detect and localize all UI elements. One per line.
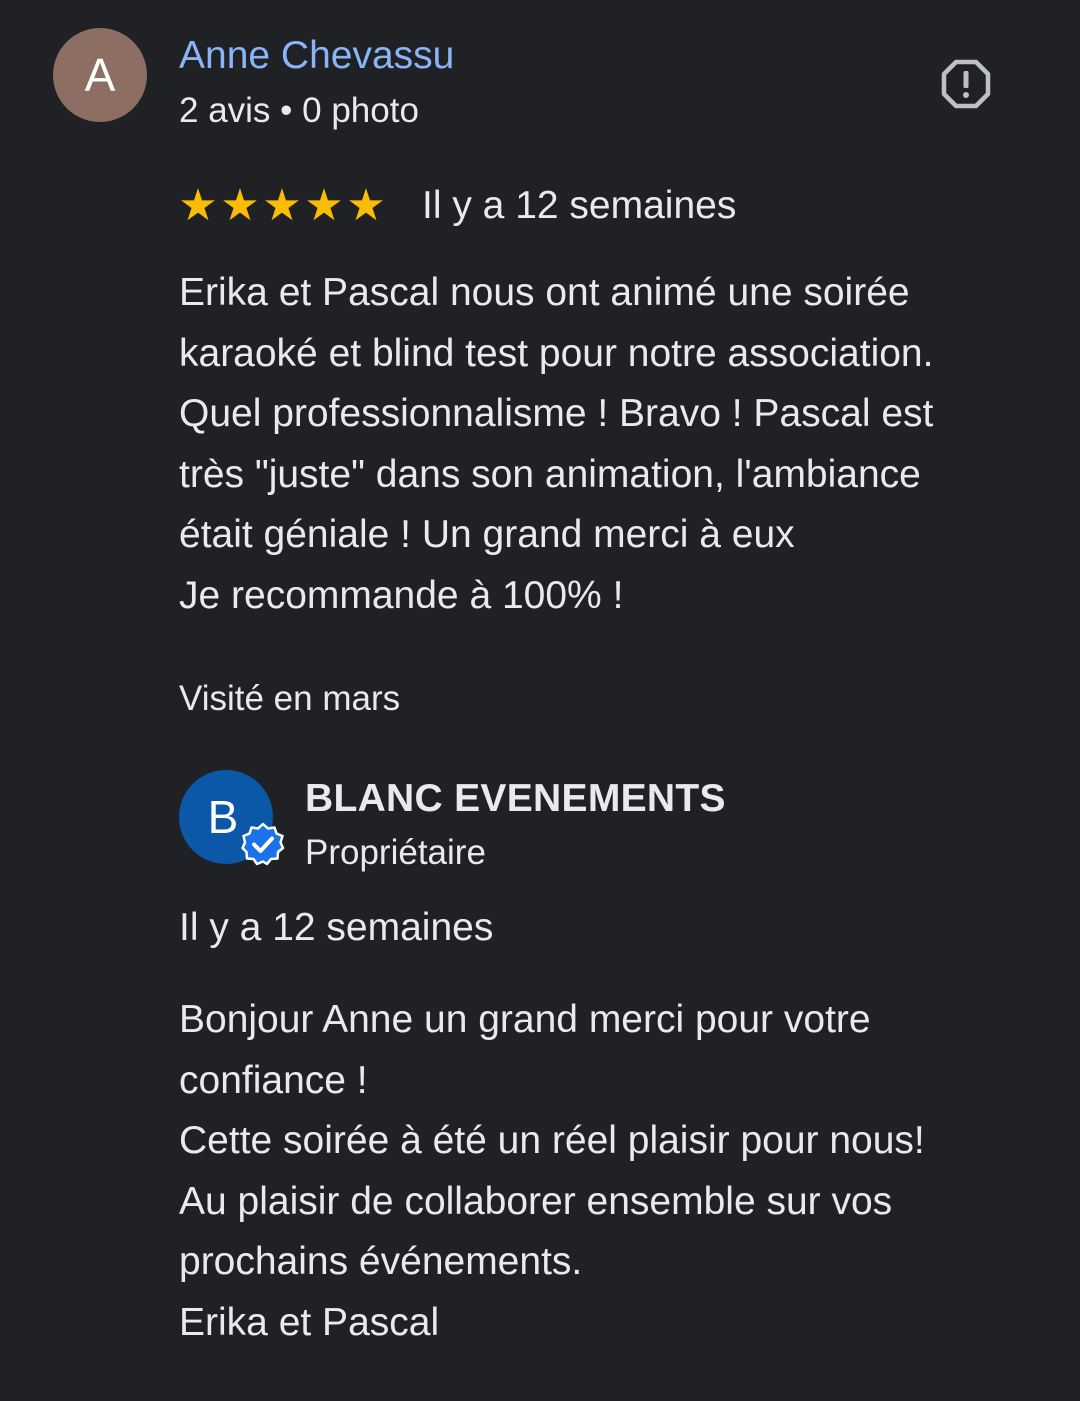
reply-date: Il y a 12 semaines [179,906,494,949]
reply-text-line: Erika et Pascal [179,1300,440,1344]
reply-text-line: prochains événements. [179,1240,583,1283]
review-text-line: était géniale ! Un grand merci à eux [179,513,795,556]
owner-role: Propriétaire [305,833,486,872]
report-flag-icon [941,59,991,109]
reply-text-line: Bonjour Anne un grand merci pour votre [179,998,871,1041]
review-date: Il y a 12 semaines [422,184,737,227]
reviewer-avatar[interactable]: A [53,28,147,122]
reviewer-name[interactable]: Anne Chevassu [179,30,454,82]
reply-text-line: confiance ! [179,1058,368,1102]
star-icon: ★ [346,181,386,230]
star-icon: ★ [304,181,344,230]
review-text-line: Je recommande à 100% ! [179,573,624,617]
review-text-line: Quel professionnalisme ! Bravo ! Pascal … [179,392,934,435]
review-text-line: karaoké et blind test pour notre associa… [179,331,934,375]
report-review-button[interactable] [940,58,992,110]
review-text: Erika et Pascal nous ont animé une soiré… [179,263,933,626]
star-icon: ★ [262,181,302,230]
reply-text-line: Au plaisir de collaborer ensemble sur vo… [179,1179,893,1223]
reply-text: Bonjour Anne un grand merci pour votre c… [179,990,925,1353]
star-icon: ★ [220,181,260,230]
star-rating: ★ ★ ★ ★ ★ [177,182,387,230]
reply-text-line: Cette soirée à été un réel plaisir pour … [179,1119,925,1162]
reviewer-avatar-initial: A [84,49,116,101]
owner-name: BLANC EVENEMENTS [305,777,726,820]
visited-info: Visité en mars [179,679,401,718]
reviewer-meta: 2 avis • 0 photo [179,91,419,130]
review-text-line: très "juste" dans son animation, l'ambia… [179,452,921,496]
verified-badge-icon [241,822,285,866]
review-text-line: Erika et Pascal nous ont animé une soiré… [179,271,910,314]
owner-avatar-initial: B [207,791,239,843]
star-icon: ★ [178,181,218,230]
